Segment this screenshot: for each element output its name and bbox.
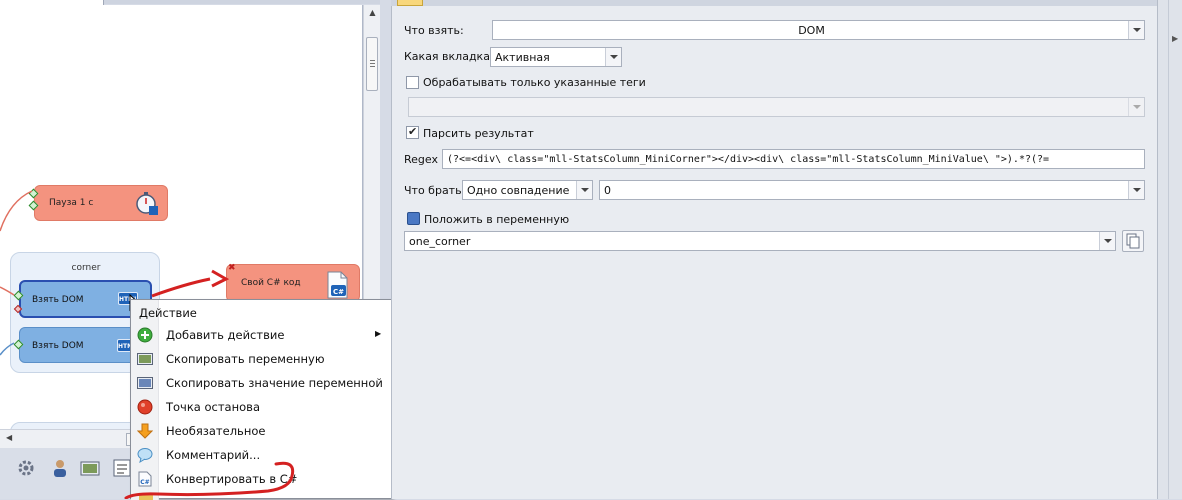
menu-item-label: Добавить действие xyxy=(166,328,285,342)
menu-item-label: Необязательное xyxy=(166,424,266,438)
breakpoint-red-icon xyxy=(137,399,153,415)
regex-input[interactable]: (?<=<div\ class="mll-StatsColumn_MiniCor… xyxy=(442,149,1145,169)
far-right-panel: ▶ xyxy=(1157,0,1182,499)
what-to-take-value: DOM xyxy=(798,24,825,37)
menu-item-label: Точка останова xyxy=(166,400,260,414)
what-to-pick-label: Что брать xyxy=(404,184,462,197)
which-tab-label: Какая вкладка: xyxy=(404,50,494,63)
menu-item-breakpoint[interactable]: Точка останова xyxy=(131,395,393,419)
menu-item-label: Скопировать переменную xyxy=(166,352,325,366)
scroll-left-arrow[interactable]: ◀ xyxy=(6,433,12,442)
add-green-icon xyxy=(137,327,153,343)
variable-select[interactable]: one_corner xyxy=(404,231,1116,251)
chevron-down-icon[interactable] xyxy=(1128,21,1144,39)
variable-value-icon xyxy=(137,375,153,391)
menu-item-copy-variable-value[interactable]: Скопировать значение переменной xyxy=(131,371,393,395)
gear-icon[interactable] xyxy=(16,458,36,478)
scroll-thumb-vertical[interactable] xyxy=(366,37,378,91)
match-index-value: 0 xyxy=(604,184,611,197)
copy-icon[interactable] xyxy=(1122,230,1144,252)
which-tab-value: Активная xyxy=(495,51,550,64)
put-in-variable-label: Положить в переменную xyxy=(424,213,570,226)
menu-item-add-action[interactable]: Добавить действие ▶ xyxy=(131,323,393,347)
tags-select[interactable] xyxy=(408,97,1145,117)
only-tags-label: Обрабатывать только указанные теги xyxy=(423,76,646,89)
which-tab-select[interactable]: Активная xyxy=(490,47,622,67)
put-in-variable-icon[interactable] xyxy=(407,212,420,225)
scroll-up-arrow[interactable]: ▲ xyxy=(368,8,377,17)
chevron-down-icon[interactable] xyxy=(576,181,592,199)
arrow-down-orange-icon xyxy=(136,423,154,439)
submenu-arrow-icon: ▶ xyxy=(375,329,382,338)
match-mode-value: Одно совпадение xyxy=(467,184,570,197)
match-index-select[interactable]: 0 xyxy=(599,180,1145,200)
chevron-down-icon[interactable] xyxy=(1099,232,1115,250)
properties-tab-active[interactable] xyxy=(397,0,423,6)
chevron-down-icon[interactable] xyxy=(605,48,621,66)
parse-result-checkbox[interactable] xyxy=(406,125,419,139)
annotation-underline xyxy=(124,461,295,499)
what-to-take-label: Что взять: xyxy=(404,24,464,37)
parse-result-label: Парсить результат xyxy=(423,127,534,140)
only-tags-checkbox[interactable] xyxy=(406,76,419,89)
variable-icon[interactable] xyxy=(80,458,100,478)
menu-item-optional[interactable]: Необязательное xyxy=(131,419,393,443)
variable-icon xyxy=(137,351,153,367)
menu-item-label: Скопировать значение переменной xyxy=(166,376,383,390)
user-icon[interactable] xyxy=(50,458,70,478)
match-mode-select[interactable]: Одно совпадение xyxy=(462,180,593,200)
what-to-take-select[interactable]: DOM xyxy=(492,20,1145,40)
menu-item-copy-variable[interactable]: Скопировать переменную xyxy=(131,347,393,371)
properties-tab-strip xyxy=(391,0,1157,6)
variable-value: one_corner xyxy=(409,235,471,248)
context-menu-header: Действие xyxy=(139,306,197,320)
expand-arrow-icon[interactable]: ▶ xyxy=(1172,34,1178,43)
regex-label: Regex xyxy=(404,153,438,166)
chevron-down-icon[interactable] xyxy=(1128,181,1144,199)
chevron-down-icon[interactable] xyxy=(1128,98,1144,116)
